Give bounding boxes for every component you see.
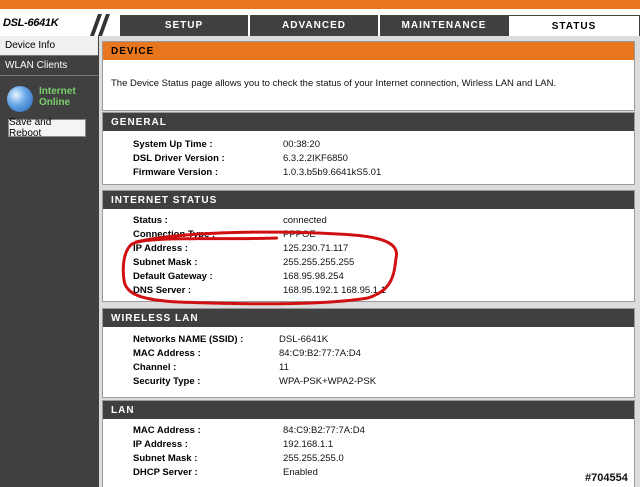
row-value: 192.168.1.1: [283, 438, 334, 450]
info-row: Status : connected: [133, 213, 327, 227]
info-row: Networks NAME (SSID) : DSL-6641K: [133, 332, 328, 346]
row-label: Status :: [133, 214, 168, 226]
row-value: 168.95.192.1 168.95.1.1: [283, 284, 387, 296]
row-label: DSL Driver Version :: [133, 152, 225, 164]
main-tabs: SETUP ADVANCED MAINTENANCE STATUS: [118, 15, 640, 36]
internet-status-line1: Internet: [39, 86, 76, 97]
row-label: Firmware Version :: [133, 166, 219, 178]
row-value: 255.255.255.0: [283, 452, 344, 464]
row-label: MAC Address :: [133, 347, 201, 359]
row-value: 00:38:20: [283, 138, 320, 150]
row-label: IP Address :: [133, 438, 188, 450]
brand-strip: [0, 0, 640, 9]
sidebar-item-wlan-clients[interactable]: WLAN Clients: [0, 56, 98, 76]
row-label: Subnet Mask :: [133, 452, 198, 464]
internet-status-panel: INTERNET STATUS Status : connected Conne…: [102, 190, 635, 302]
row-value: DSL-6641K: [279, 333, 329, 345]
row-label: Default Gateway :: [133, 270, 213, 282]
info-row: Subnet Mask : 255.255.255.0: [133, 451, 344, 465]
row-label: MAC Address :: [133, 424, 201, 436]
row-value: 168.95.98.254: [283, 270, 344, 282]
row-value: connected: [283, 214, 327, 226]
internet-status-text: Internet Online: [39, 86, 76, 108]
tab-status[interactable]: STATUS: [508, 15, 640, 36]
info-row: System Up Time : 00:38:20: [133, 137, 320, 151]
device-description: The Device Status page allows you to che…: [111, 78, 557, 89]
wireless-lan-panel: WIRELESS LAN Networks NAME (SSID) : DSL-…: [102, 308, 635, 398]
row-value: 11: [279, 361, 289, 373]
device-panel: DEVICE The Device Status page allows you…: [102, 41, 635, 111]
info-row: MAC Address : 84:C9:B2:77:7A:D4: [133, 346, 361, 360]
row-label: System Up Time :: [133, 138, 213, 150]
general-panel-title: GENERAL: [103, 113, 634, 131]
save-and-reboot-button[interactable]: Save and Reboot: [8, 117, 86, 139]
info-row: Security Type : WPA-PSK+WPA2-PSK: [133, 374, 376, 388]
model-name: DSL-6641K: [3, 17, 59, 29]
row-value: PPPOE: [283, 228, 316, 240]
tab-setup[interactable]: SETUP: [118, 15, 248, 36]
row-value: 255.255.255.255: [283, 256, 355, 268]
row-value: 84:C9:B2:77:7A:D4: [279, 347, 361, 359]
row-value: Enabled: [283, 466, 318, 478]
wlan-panel-title: WIRELESS LAN: [103, 309, 634, 327]
row-value: 84:C9:B2:77:7A:D4: [283, 424, 365, 436]
info-row: IP Address : 192.168.1.1: [133, 437, 333, 451]
main-content: DEVICE The Device Status page allows you…: [99, 36, 640, 487]
lan-panel: LAN MAC Address : 84:C9:B2:77:7A:D4 IP A…: [102, 400, 635, 487]
globe-icon: [7, 86, 33, 112]
tab-advanced[interactable]: ADVANCED: [248, 15, 378, 36]
info-row: Firmware Version : 1.0.3.b5b9.6641kS5.01: [133, 165, 381, 179]
row-value: 125.230.71.117: [283, 242, 349, 254]
row-value: WPA-PSK+WPA2-PSK: [279, 375, 377, 387]
info-row: DSL Driver Version : 6.3.2.2IKF6850: [133, 151, 348, 165]
internet-status-line2: Online: [39, 97, 71, 108]
sidebar: Device Info WLAN Clients Internet Online…: [0, 36, 98, 487]
row-label: Networks NAME (SSID) :: [133, 333, 244, 345]
row-label: Subnet Mask :: [133, 256, 198, 268]
info-row: Default Gateway : 168.95.98.254: [133, 269, 344, 283]
info-row: DHCP Server : Enabled: [133, 465, 318, 479]
top-bar: DSL-6641K SETUP ADVANCED MAINTENANCE STA…: [0, 0, 640, 36]
sidebar-item-device-info[interactable]: Device Info: [0, 36, 98, 56]
info-row: MAC Address : 84:C9:B2:77:7A:D4: [133, 423, 365, 437]
info-row: IP Address : 125.230.71.117: [133, 241, 348, 255]
row-label: Channel :: [133, 361, 177, 373]
row-label: DNS Server :: [133, 284, 192, 296]
row-value: 1.0.3.b5b9.6641kS5.01: [283, 166, 382, 178]
device-panel-title: DEVICE: [103, 42, 634, 60]
tab-maintenance[interactable]: MAINTENANCE: [378, 15, 508, 36]
row-value: 6.3.2.2IKF6850: [283, 152, 348, 164]
info-row: Subnet Mask : 255.255.255.255: [133, 255, 354, 269]
row-label: Security Type :: [133, 375, 201, 387]
internet-panel-title: INTERNET STATUS: [103, 191, 634, 209]
info-row: Connection Type : PPPOE: [133, 227, 316, 241]
info-row: Channel : 11: [133, 360, 289, 374]
image-watermark: #704554: [583, 472, 630, 484]
row-label: IP Address :: [133, 242, 188, 254]
lan-panel-title: LAN: [103, 401, 634, 419]
row-label: Connection Type :: [133, 228, 216, 240]
internet-status-indicator: Internet Online: [5, 84, 95, 114]
info-row: DNS Server : 168.95.192.1 168.95.1.1: [133, 283, 386, 297]
row-label: DHCP Server :: [133, 466, 198, 478]
general-panel: GENERAL System Up Time : 00:38:20 DSL Dr…: [102, 112, 635, 185]
